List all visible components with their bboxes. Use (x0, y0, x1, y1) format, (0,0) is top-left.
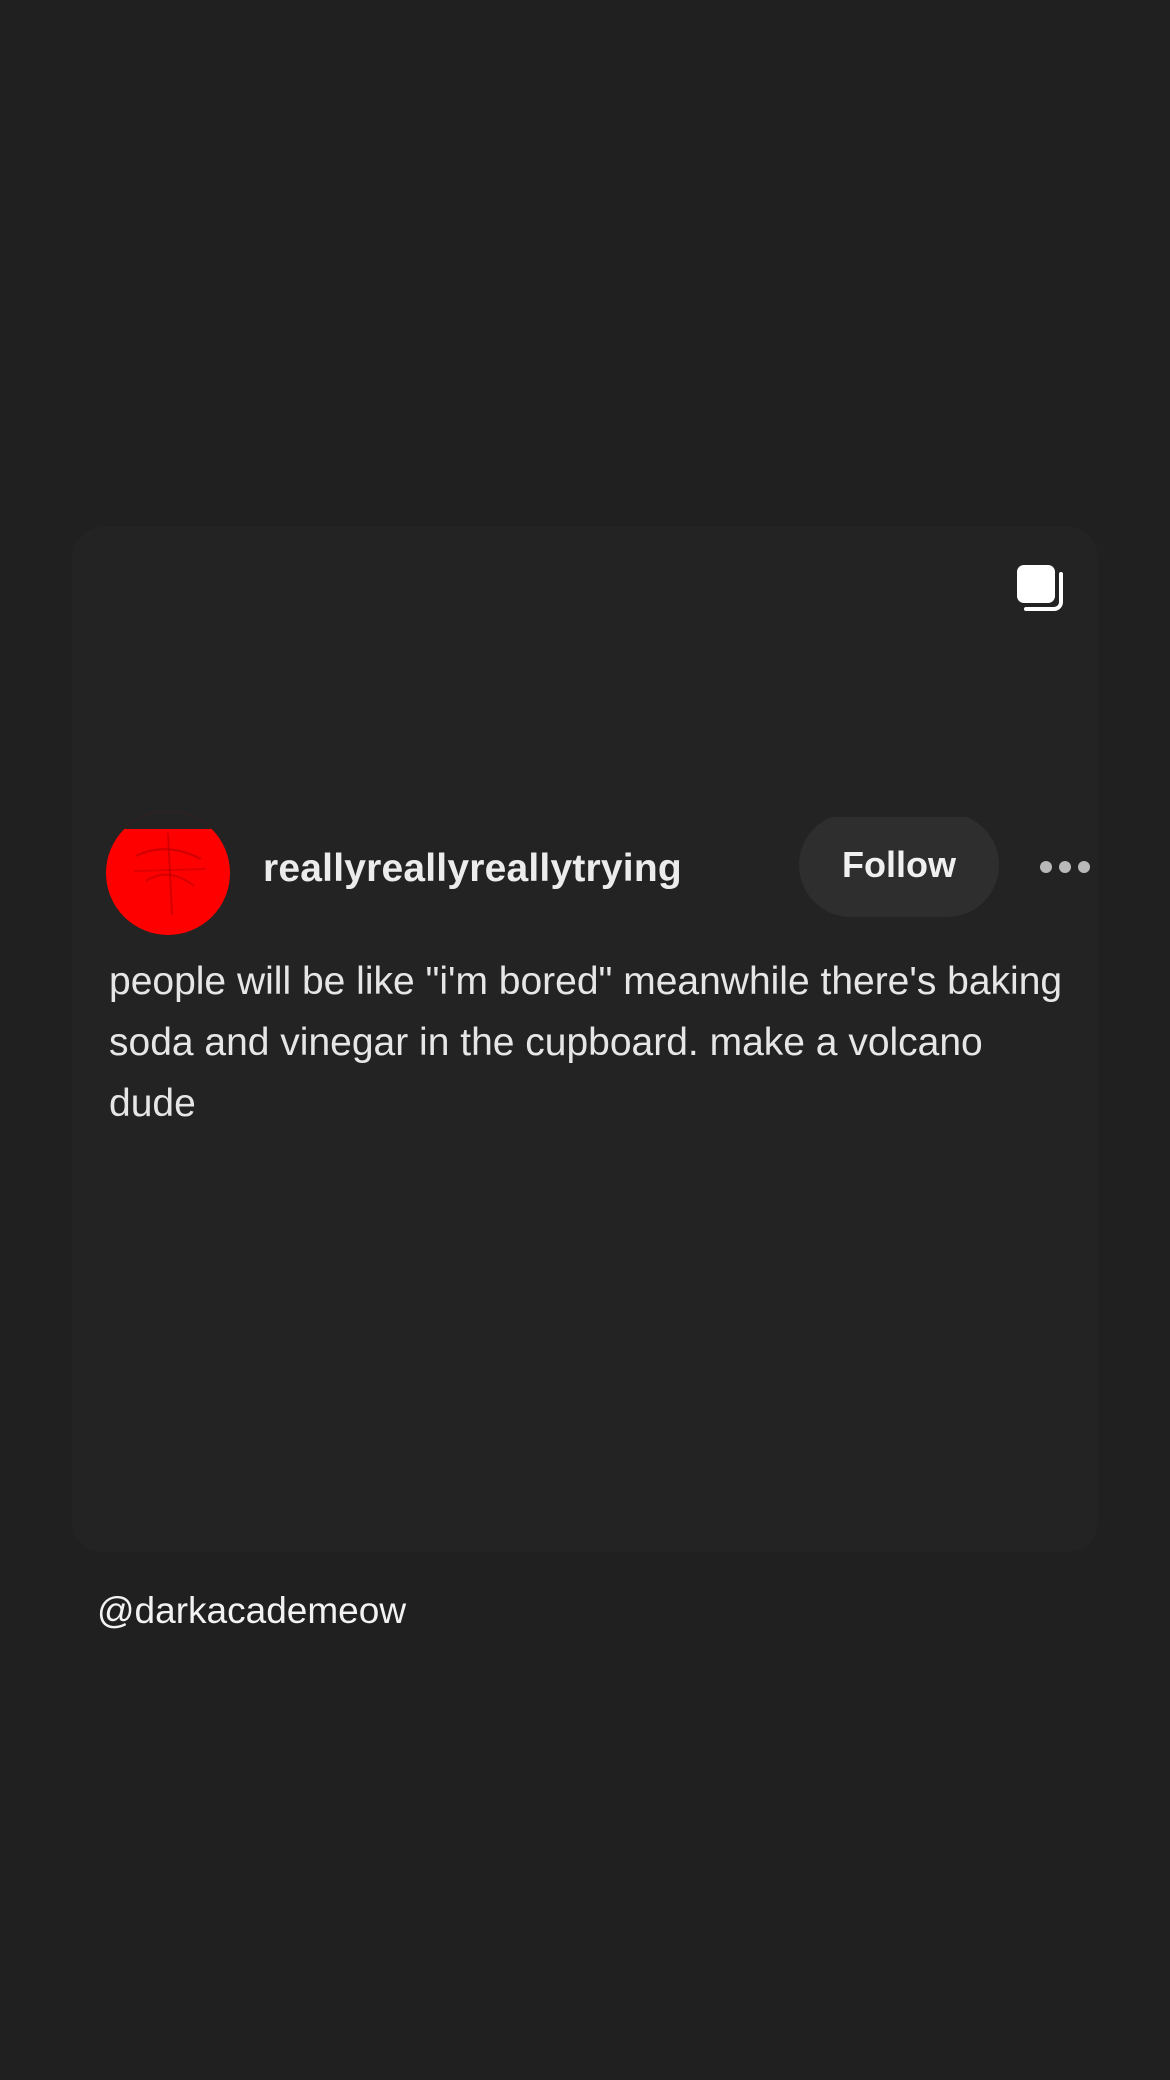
avatar-art (133, 832, 207, 916)
more-dot (1040, 861, 1052, 873)
more-options-icon[interactable] (1040, 855, 1098, 879)
watermark-handle: @darkacademeow (97, 1590, 407, 1631)
follow-button[interactable]: Follow (799, 813, 999, 917)
more-dot (1059, 861, 1071, 873)
post-card: reallyreallyreallytrying Follow people w… (72, 527, 1098, 1552)
multiple-images-icon[interactable] (1014, 562, 1064, 612)
follow-crop-edge (772, 807, 1032, 817)
post-header: reallyreallyreallytrying Follow (72, 807, 1098, 935)
avatar[interactable] (106, 811, 230, 935)
more-dot (1078, 861, 1090, 873)
screen: reallyreallyreallytrying Follow people w… (0, 0, 1170, 2080)
post-body-text: people will be like "i'm bored" meanwhil… (109, 960, 1063, 1125)
avatar-crop-edge (106, 811, 230, 829)
username[interactable]: reallyreallyreallytrying (263, 847, 682, 891)
